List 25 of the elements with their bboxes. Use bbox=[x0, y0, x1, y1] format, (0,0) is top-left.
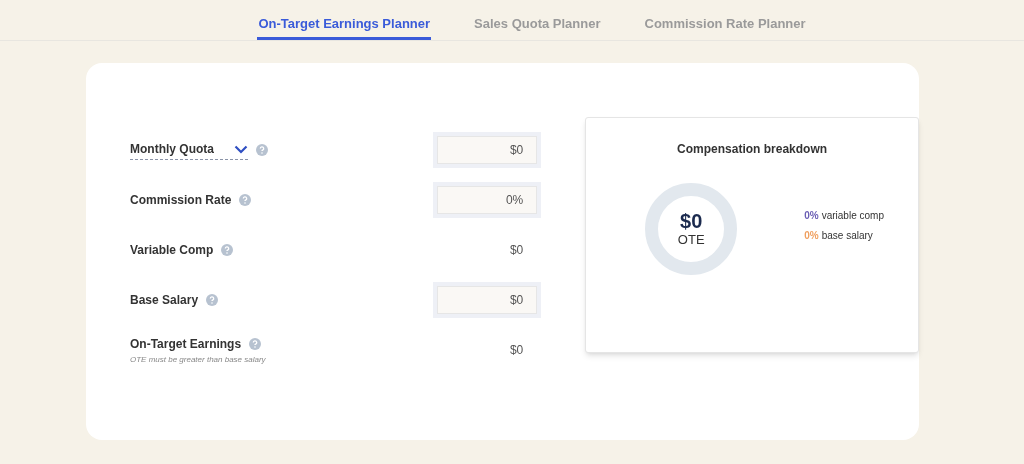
help-icon[interactable] bbox=[256, 144, 268, 156]
input-field[interactable]: $0 bbox=[433, 282, 542, 318]
chevron-down-icon bbox=[234, 144, 248, 154]
help-icon[interactable] bbox=[239, 194, 252, 206]
computed-value: $0 bbox=[509, 242, 524, 259]
field-label: Variable Comp bbox=[130, 242, 214, 259]
legend-label: variable comp bbox=[821, 208, 884, 223]
total-label: OTE bbox=[677, 232, 705, 248]
help-icon[interactable] bbox=[249, 337, 262, 350]
quota-dropdown[interactable]: Monthly Quota bbox=[130, 140, 248, 160]
field-label: Commission Rate bbox=[130, 192, 232, 209]
help-icon[interactable] bbox=[206, 294, 219, 306]
input-field[interactable]: $0 bbox=[433, 132, 542, 168]
field-label: Base Salary bbox=[130, 292, 199, 309]
field-note: OTE must be greater than base salary bbox=[130, 353, 266, 366]
panel-title: Compensation breakdown bbox=[677, 141, 828, 158]
tab[interactable]: On-Target Earnings Planner bbox=[257, 0, 432, 40]
legend-percent: 0% bbox=[804, 208, 819, 223]
computed-value: $0 bbox=[509, 342, 524, 359]
help-icon[interactable] bbox=[221, 244, 234, 256]
field-label: On-Target Earnings bbox=[130, 335, 242, 353]
input-field[interactable]: 0% bbox=[433, 182, 542, 218]
legend-percent: 0% bbox=[804, 228, 819, 243]
legend-label: base salary bbox=[821, 228, 873, 243]
total-value: $0 bbox=[680, 210, 703, 232]
